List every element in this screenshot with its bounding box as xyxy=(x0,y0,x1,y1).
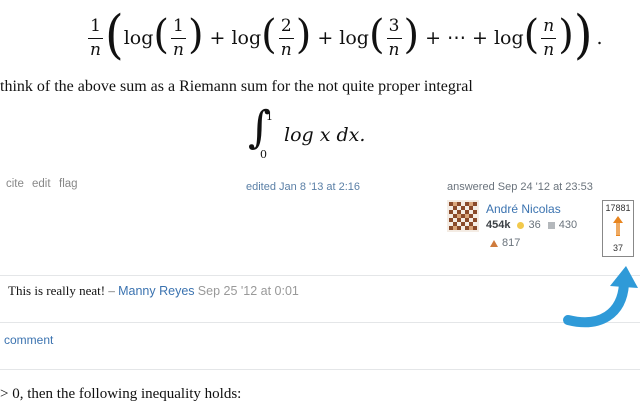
answer-divider xyxy=(0,369,640,370)
integral-lower-limit: 0 xyxy=(260,148,267,161)
comment-dash: – xyxy=(108,283,115,298)
answer-paragraph: think of the above sum as a Riemann sum … xyxy=(0,78,473,95)
silver-badge-icon xyxy=(547,221,555,229)
coefficient-fraction: 1 n xyxy=(88,17,103,60)
answered-timestamp: answered Sep 24 '12 at 23:53 xyxy=(447,181,593,193)
term-2-den: n xyxy=(280,39,292,60)
upvote-arrow-icon[interactable] xyxy=(612,215,624,237)
plus-sign: + xyxy=(209,27,226,49)
log-function: log xyxy=(123,27,154,49)
comment-divider xyxy=(0,322,640,323)
reputation-row: 454k 36 430 xyxy=(486,219,577,231)
bronze-badge-count: 817 xyxy=(502,237,521,249)
term-3-den: n xyxy=(388,39,400,60)
gold-badge-icon xyxy=(517,221,525,229)
next-answer-text: > 0, then the following inequality holds… xyxy=(0,386,242,402)
flag-link[interactable]: flag xyxy=(59,178,78,190)
ellipsis: ⋯ xyxy=(447,27,467,49)
term-3-num: 3 xyxy=(388,15,400,36)
log-function: log xyxy=(231,27,262,49)
plus-sign: + xyxy=(425,27,442,49)
bronze-badge-row: 817 xyxy=(490,237,520,249)
sum-formula: 1 n ( log ( 1n ) + log ( 2n ) + log ( 3n… xyxy=(88,4,603,66)
comment-date: Sep 25 '12 at 0:01 xyxy=(197,284,299,298)
term-1-den: n xyxy=(172,39,184,60)
gold-badge-count: 36 xyxy=(528,219,541,231)
reputation-score: 454k xyxy=(486,219,511,231)
term-1-num: 1 xyxy=(173,15,184,36)
comment-divider xyxy=(0,275,640,276)
vote-total: 17881 xyxy=(605,203,631,213)
log-function: log xyxy=(339,27,369,49)
edited-link[interactable]: edited Jan 8 '13 at 2:16 xyxy=(246,181,360,193)
term-2-num: 2 xyxy=(280,15,292,36)
term-n-den: n xyxy=(543,39,555,60)
vote-count: 37 xyxy=(612,243,623,253)
fraction-denominator: n xyxy=(90,39,101,60)
plus-sign: + xyxy=(317,27,334,49)
log-function: log xyxy=(493,27,524,49)
formula-period: . xyxy=(596,27,603,49)
silver-badge-count: 430 xyxy=(558,219,578,231)
cite-link[interactable]: cite xyxy=(6,178,24,190)
add-comment-link[interactable]: comment xyxy=(4,333,53,347)
fraction-numerator: 1 xyxy=(90,15,101,36)
comment-text: This is really neat! xyxy=(8,283,106,298)
plus-sign: + xyxy=(472,27,488,49)
vote-widget[interactable]: 17881 37 xyxy=(602,200,634,257)
comment-author-link[interactable]: Manny Reyes xyxy=(118,284,194,298)
user-name-link[interactable]: André Nicolas xyxy=(486,202,561,216)
bronze-badge-icon xyxy=(490,239,498,247)
integrand: log x dx. xyxy=(284,124,366,146)
edit-link[interactable]: edit xyxy=(32,178,51,190)
curved-arrow-icon xyxy=(563,266,638,328)
term-n-num: n xyxy=(543,15,555,36)
avatar[interactable] xyxy=(447,200,479,232)
integral-upper-limit: 1 xyxy=(266,110,273,123)
comment: This is really neat! – Manny Reyes Sep 2… xyxy=(8,283,299,299)
